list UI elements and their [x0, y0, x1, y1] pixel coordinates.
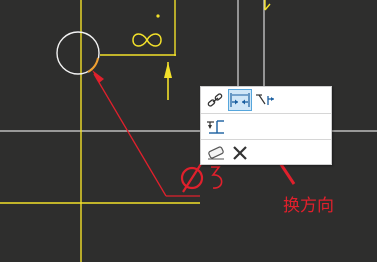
dimension-context-toolbar: [200, 86, 332, 165]
close-button[interactable]: [228, 142, 252, 164]
point-marker[interactable]: [156, 14, 160, 18]
flip-dimension-direction-icon: [230, 93, 250, 107]
chain-link-button[interactable]: [204, 89, 228, 111]
toolbar-row-3: [201, 139, 331, 165]
toolbar-row-1: [201, 87, 331, 113]
text-placement-button[interactable]: [204, 116, 228, 138]
chain-link-icon: [207, 93, 223, 107]
close-icon: [233, 146, 247, 160]
arrow-style-button[interactable]: [253, 89, 277, 111]
flip-direction-button[interactable]: [228, 89, 252, 111]
annotation-label: 换方向: [283, 196, 334, 216]
dimension-text-placement-icon: [207, 120, 224, 134]
cad-viewport[interactable]: 换方向: [0, 0, 377, 262]
eraser-icon: [208, 146, 224, 160]
erase-button[interactable]: [204, 142, 228, 164]
dimension-arrow-style-icon: [256, 94, 274, 105]
toolbar-row-2: [201, 113, 331, 139]
